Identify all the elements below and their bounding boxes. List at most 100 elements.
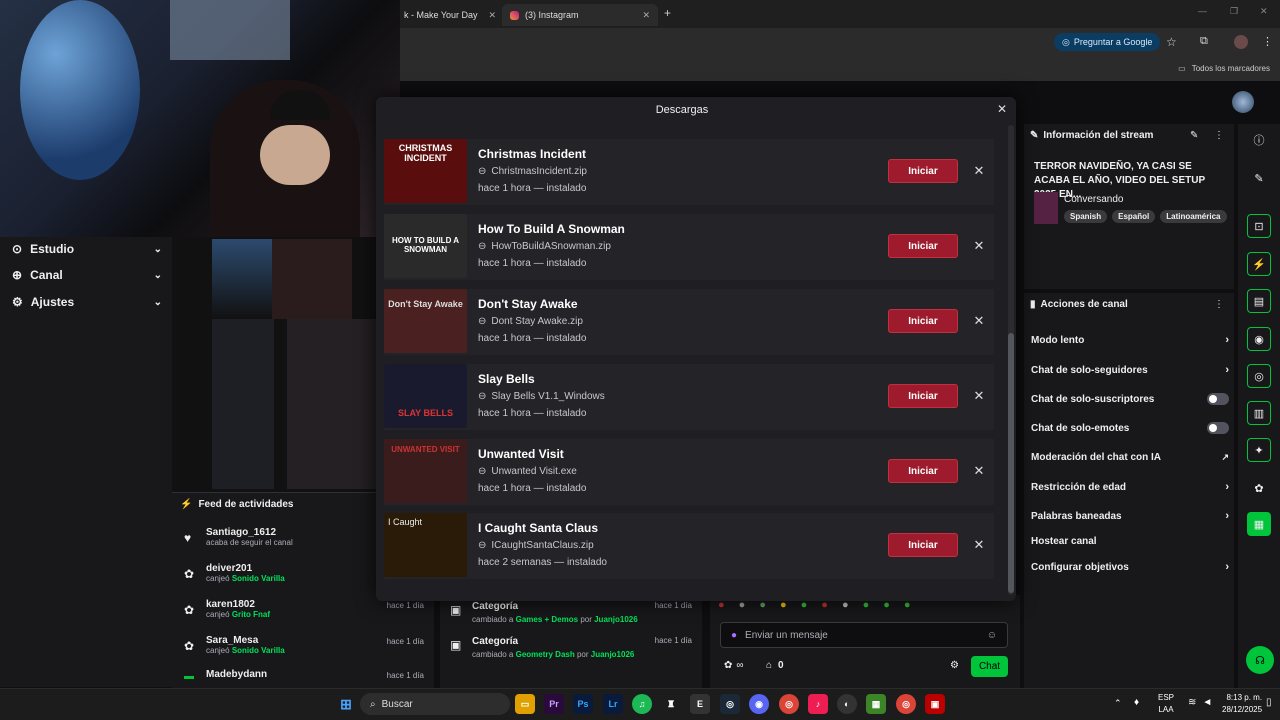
- gear-icon[interactable]: ⚙: [950, 660, 959, 671]
- ask-google-button[interactable]: ◎ Preguntar a Google: [1054, 33, 1161, 51]
- nav-item-ajustes[interactable]: ⚙ Ajustes ⌄: [12, 292, 162, 312]
- mic-icon[interactable]: ●: [731, 630, 737, 641]
- nav-item-canal[interactable]: ⊕ Canal ⌄: [12, 265, 162, 285]
- minecraft-icon[interactable]: ▦: [866, 694, 886, 714]
- minimize-icon[interactable]: —: [1198, 6, 1207, 16]
- emote-icon[interactable]: ●: [780, 599, 787, 615]
- emote-icon[interactable]: ●: [883, 599, 890, 615]
- action-modo-lento[interactable]: Modo lento ›: [1031, 330, 1229, 350]
- action-palabras-baneadas[interactable]: Palabras baneadas ›: [1031, 506, 1229, 526]
- menu-icon[interactable]: ⋮: [1262, 35, 1273, 48]
- remove-icon[interactable]: ✕: [969, 461, 989, 481]
- system-tray[interactable]: ≋ ◄: [1188, 697, 1212, 708]
- broadcast-icon[interactable]: ◎: [1247, 364, 1271, 388]
- emoji-icon[interactable]: ☺: [987, 630, 997, 641]
- emote-icon[interactable]: ●: [842, 599, 849, 615]
- download-file[interactable]: ChristmasIncident.zip: [491, 166, 587, 177]
- language-indicator[interactable]: ESP LAA: [1158, 692, 1174, 716]
- emote-icon[interactable]: ●: [863, 599, 870, 615]
- close-window-icon[interactable]: ✕: [1260, 6, 1268, 17]
- emote-icon[interactable]: ●: [739, 599, 746, 615]
- obs-icon[interactable]: ◐: [837, 694, 857, 714]
- launch-button[interactable]: Iniciar: [888, 309, 958, 333]
- points-icon[interactable]: ✿: [1247, 476, 1271, 500]
- user-avatar[interactable]: [1232, 91, 1254, 113]
- action-hostear-canal[interactable]: Hostear canal: [1031, 531, 1229, 551]
- spotify-icon[interactable]: ♫: [632, 694, 652, 714]
- launch-button[interactable]: Iniciar: [888, 159, 958, 183]
- action-solo-emotes[interactable]: Chat de solo-emotes: [1031, 418, 1229, 438]
- info-icon[interactable]: ⓘ: [1247, 128, 1271, 152]
- action-solo-seguidores[interactable]: Chat de solo-seguidores ›: [1031, 360, 1229, 380]
- nav-item-estudio[interactable]: ⊙ Estudio ⌄: [12, 239, 162, 259]
- feed-row[interactable]: ✿ Sara_Mesa canjeó Sonido Varilla hace 1…: [182, 635, 432, 669]
- toggle-switch[interactable]: [1207, 393, 1229, 405]
- download-file[interactable]: Dont Stay Awake.zip: [491, 316, 583, 327]
- chevron-up-icon[interactable]: ⌃: [1114, 698, 1122, 709]
- action-moderacion-ia[interactable]: Moderación del chat con IA ↗: [1031, 447, 1229, 467]
- points-icon[interactable]: ✿: [724, 660, 732, 671]
- feed-row[interactable]: ✿ karen1802 canjeó Grito Fnaf hace 1 día: [182, 599, 432, 633]
- action-configurar-objetivos[interactable]: Configurar objetivos ›: [1031, 557, 1229, 577]
- chrome-icon[interactable]: ◎: [779, 694, 799, 714]
- stack-icon[interactable]: ▥: [1247, 401, 1271, 425]
- browser-tab-1[interactable]: k - Make Your Day ✕: [396, 4, 504, 26]
- emote-icon[interactable]: ●: [718, 599, 725, 615]
- remove-icon[interactable]: ✕: [969, 535, 989, 555]
- chat-bubble-icon[interactable]: ◉: [1247, 327, 1271, 351]
- download-file[interactable]: Unwanted Visit.exe: [491, 466, 576, 477]
- emote-icon[interactable]: ●: [821, 599, 828, 615]
- download-file[interactable]: HowToBuildASnowman.zip: [491, 241, 611, 252]
- maximize-icon[interactable]: ❐: [1230, 6, 1238, 17]
- download-file[interactable]: ICaughtSantaClaus.zip: [491, 540, 593, 551]
- photoshop-icon[interactable]: Ps: [573, 694, 593, 714]
- browser-tab-2[interactable]: (3) Instagram ✕: [502, 4, 658, 26]
- game-launcher-icon[interactable]: ▣: [925, 694, 945, 714]
- remove-icon[interactable]: ✕: [969, 311, 989, 331]
- taskbar-search[interactable]: ⌕ Buscar: [360, 693, 510, 715]
- file-explorer-icon[interactable]: ▭: [515, 694, 535, 714]
- close-tab-icon[interactable]: ✕: [642, 10, 650, 21]
- launch-button[interactable]: Iniciar: [888, 459, 958, 483]
- wrench-icon[interactable]: ✦: [1247, 438, 1271, 462]
- discord-icon[interactable]: ◉: [749, 694, 769, 714]
- chat-input[interactable]: ● Enviar un mensaje ☺: [720, 622, 1008, 648]
- taskbar-clock[interactable]: 8:13 p. m. 28/12/2025: [1222, 692, 1262, 716]
- action-solo-suscriptores[interactable]: Chat de solo-suscriptores: [1031, 389, 1229, 409]
- extensions-icon[interactable]: ⧉: [1200, 35, 1208, 48]
- category-row[interactable]: ▣ Categoría cambiado a Games + Demos por…: [448, 601, 698, 633]
- launch-button[interactable]: Iniciar: [888, 384, 958, 408]
- tag[interactable]: Spanish: [1064, 210, 1108, 223]
- download-file[interactable]: Slay Bells V1.1_Windows: [491, 391, 604, 402]
- launch-button[interactable]: Iniciar: [888, 533, 958, 557]
- new-tab-icon[interactable]: +: [664, 6, 671, 20]
- extension-icon[interactable]: ▦: [1247, 512, 1271, 536]
- app-icon[interactable]: ♜: [661, 694, 681, 714]
- chrome-icon[interactable]: ◎: [896, 694, 916, 714]
- more-icon[interactable]: ⋮: [1214, 299, 1224, 310]
- launch-button[interactable]: Iniciar: [888, 234, 958, 258]
- document-icon[interactable]: ▤: [1247, 289, 1271, 313]
- clip-icon[interactable]: ⊡: [1247, 214, 1271, 238]
- emote-icon[interactable]: ●: [801, 599, 808, 615]
- lightning-icon[interactable]: ⚡: [1247, 252, 1271, 276]
- remove-icon[interactable]: ✕: [969, 236, 989, 256]
- epic-games-icon[interactable]: E: [690, 694, 710, 714]
- star-icon[interactable]: ☆: [1166, 35, 1177, 49]
- support-icon[interactable]: ☊: [1246, 646, 1274, 674]
- close-icon[interactable]: ✕: [994, 101, 1010, 117]
- microphone-icon[interactable]: ♦: [1134, 697, 1139, 708]
- notification-icon[interactable]: ▯: [1266, 697, 1272, 708]
- edit-icon[interactable]: ✎: [1190, 130, 1198, 141]
- tag[interactable]: Español: [1112, 210, 1156, 223]
- lightroom-icon[interactable]: Lr: [603, 694, 623, 714]
- tag[interactable]: Latinoamérica: [1160, 210, 1227, 223]
- emote-icon[interactable]: ●: [904, 599, 911, 615]
- toggle-switch[interactable]: [1207, 422, 1229, 434]
- remove-icon[interactable]: ✕: [969, 161, 989, 181]
- tiktok-icon[interactable]: ♪: [808, 694, 828, 714]
- windows-start-icon[interactable]: ⊞: [336, 694, 356, 714]
- emote-icon[interactable]: ●: [759, 599, 766, 615]
- channel-points[interactable]: ⌂ 0: [766, 660, 784, 671]
- profile-avatar[interactable]: [1234, 35, 1248, 49]
